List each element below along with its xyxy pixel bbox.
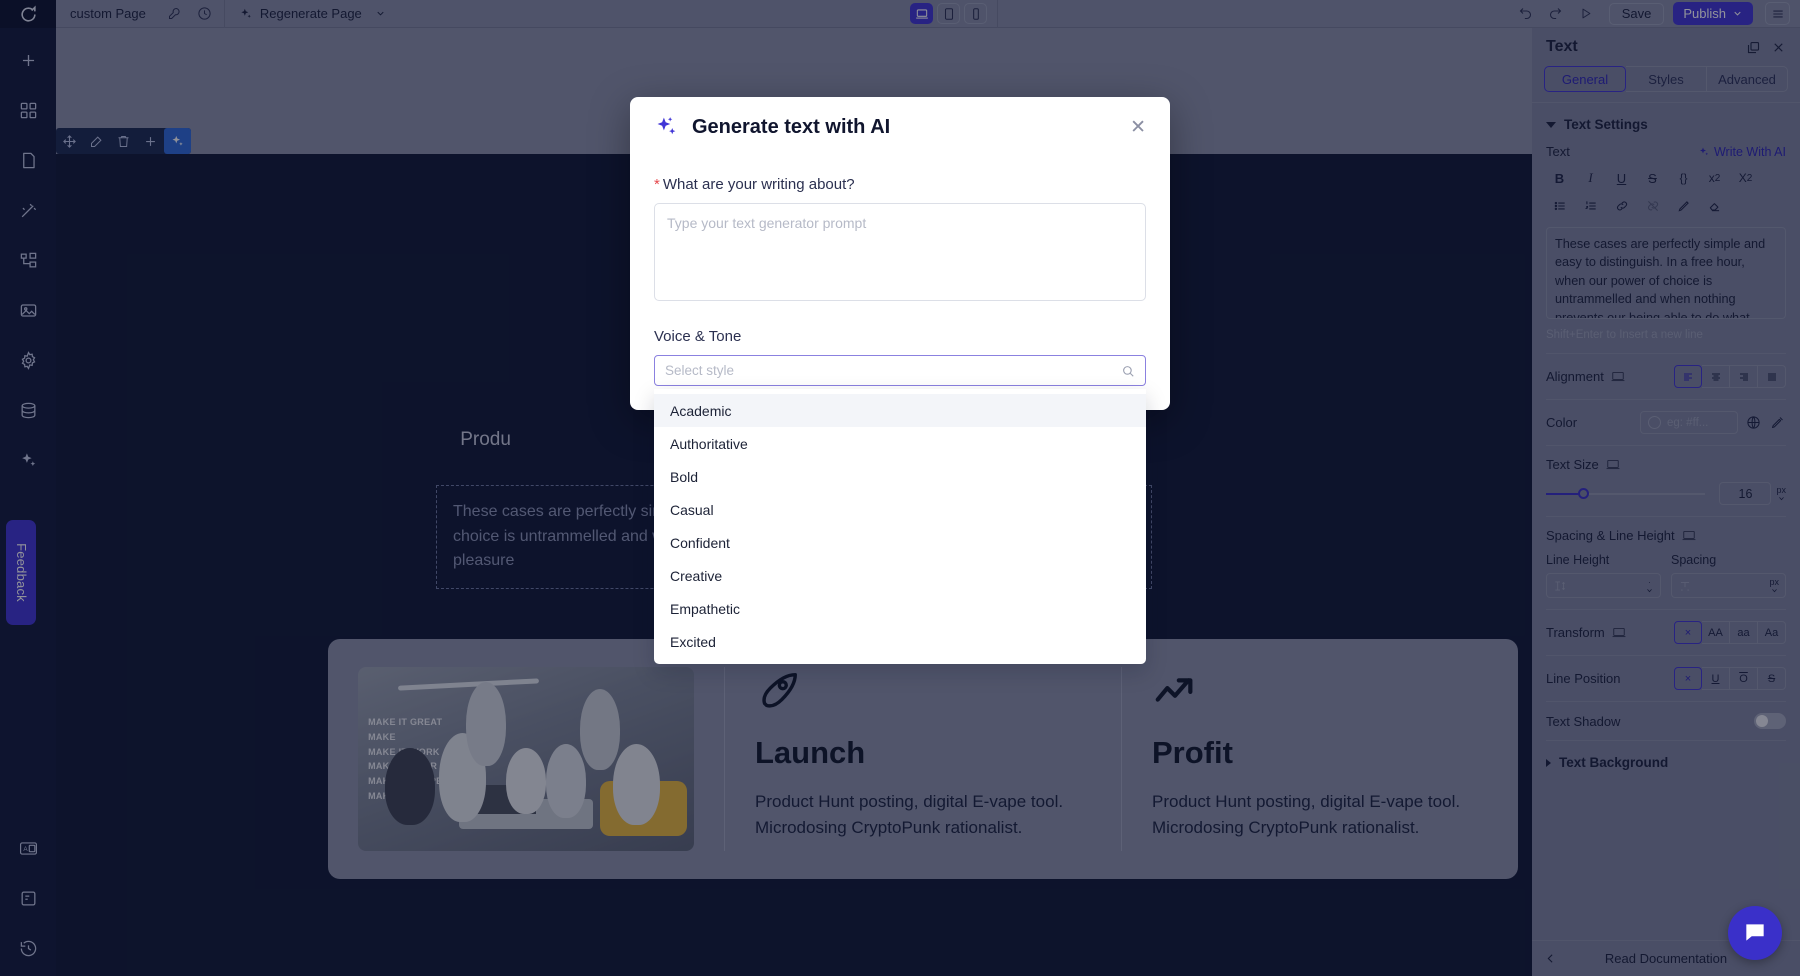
option-academic[interactable]: Academic [654,394,1146,427]
option-bold[interactable]: Bold [654,460,1146,493]
style-dropdown: Academic Authoritative Bold Casual Confi… [654,389,1146,664]
style-select-placeholder: Select style [665,363,735,378]
style-select-wrapper: Select style Academic Authoritative Bold… [654,355,1146,664]
style-select[interactable]: Select style [654,355,1146,386]
required-marker: * [654,176,660,193]
prompt-label-text: What are your writing about? [662,176,855,193]
option-excited[interactable]: Excited [654,625,1146,658]
option-creative[interactable]: Creative [654,559,1146,592]
modal-title: Generate text with AI [692,116,891,138]
option-empathetic[interactable]: Empathetic [654,592,1146,625]
search-icon [1121,364,1135,378]
option-confident[interactable]: Confident [654,526,1146,559]
chat-support-button[interactable] [1728,906,1782,960]
app-root: Feedback A custom Page Regenerate Page S… [0,0,1800,976]
voice-tone-label: Voice & Tone [654,328,742,345]
ai-sparkle-icon [654,115,679,140]
option-casual[interactable]: Casual [654,493,1146,526]
modal-header: Generate text with AI ✕ [654,115,1146,140]
generate-text-modal: Generate text with AI ✕ * What are your w… [630,97,1170,664]
chat-icon [1746,924,1764,941]
option-authoritative[interactable]: Authoritative [654,427,1146,460]
prompt-label: * What are your writing about? [654,176,1146,193]
close-icon[interactable]: ✕ [1130,118,1146,137]
prompt-textarea[interactable] [654,203,1146,301]
